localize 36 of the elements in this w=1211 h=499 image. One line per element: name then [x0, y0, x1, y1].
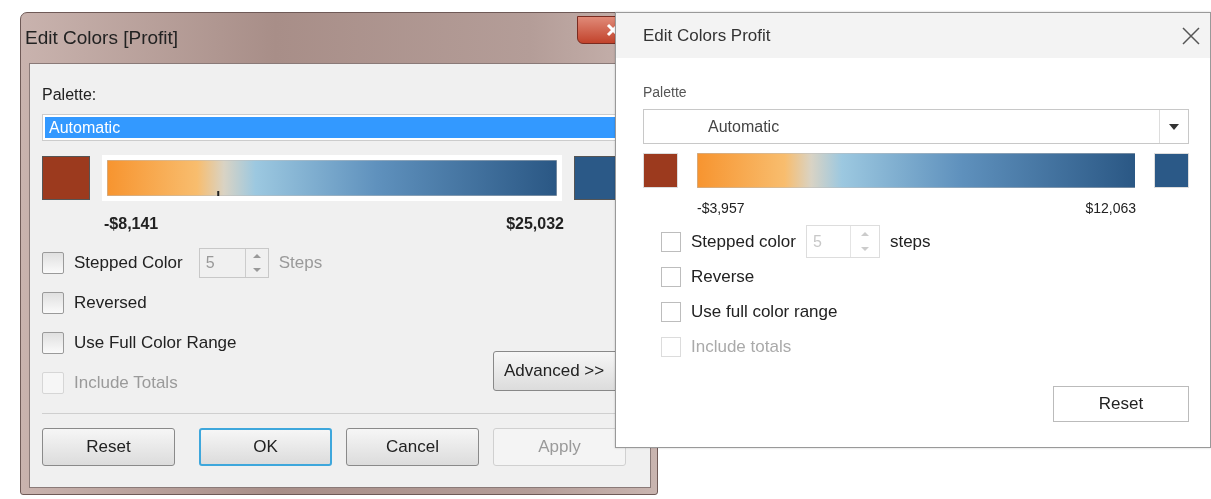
- close-icon[interactable]: [1182, 26, 1200, 45]
- palette-label: Palette:: [42, 86, 98, 104]
- option-label: Include totals: [691, 336, 792, 357]
- option-label: Use full color range: [691, 301, 838, 322]
- spin-up-icon[interactable]: [859, 230, 870, 237]
- range-max: $25,032: [506, 215, 564, 233]
- dialog-button[interactable]: Reset: [42, 428, 175, 466]
- option-label: Include Totals: [74, 373, 178, 393]
- option-label: Use Full Color Range: [74, 333, 237, 353]
- dialog-title: Edit Colors Profit: [643, 25, 771, 46]
- caret-icon: [1169, 123, 1179, 130]
- steps-label: Steps: [278, 253, 323, 273]
- spin-down-icon[interactable]: [251, 267, 262, 273]
- dialog-button[interactable]: Cancel: [346, 428, 479, 466]
- palette-label: Palette: [643, 84, 688, 100]
- option-label: Reverse: [691, 266, 755, 287]
- range-max: $12,063: [1085, 200, 1136, 216]
- range-min: -$3,957: [697, 200, 745, 216]
- option-label: Stepped Color: [74, 253, 183, 273]
- option-label: Reversed: [74, 293, 147, 313]
- steps-label: steps: [889, 231, 931, 252]
- checkbox[interactable]: [42, 332, 64, 354]
- checkbox[interactable]: [661, 266, 681, 287]
- window-title: Edit Colors [Profit]: [25, 27, 179, 49]
- start-color-swatch[interactable]: [42, 156, 90, 200]
- palette-dropdown[interactable]: Automatic: [643, 109, 1189, 144]
- option-label: Stepped color: [691, 231, 796, 252]
- checkbox[interactable]: [661, 301, 681, 322]
- checkbox[interactable]: [42, 252, 64, 274]
- spin-down-icon[interactable]: [859, 246, 870, 253]
- range-min: -$8,141: [104, 215, 159, 233]
- checkbox[interactable]: [42, 292, 64, 314]
- spin-up-icon[interactable]: [251, 253, 262, 259]
- reset-button[interactable]: Reset: [1053, 386, 1189, 422]
- checkbox[interactable]: [661, 231, 681, 252]
- dialog-button[interactable]: OK: [199, 428, 332, 466]
